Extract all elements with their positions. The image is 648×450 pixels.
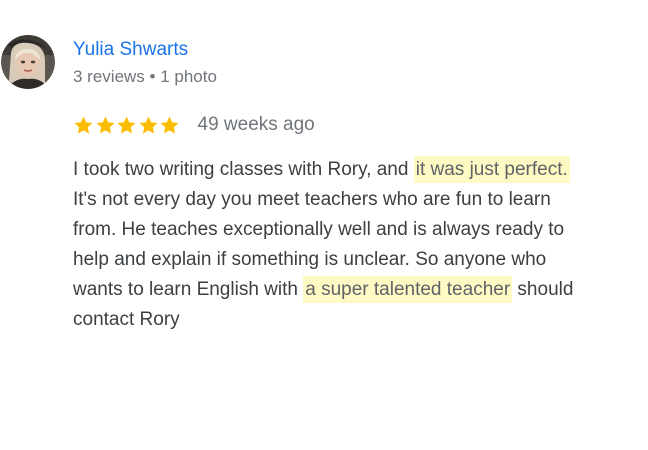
review-text-line: from. He teaches exceptionally well and … [73,219,565,240]
review-date: 49 weeks ago [197,114,315,135]
star-rating [73,115,181,136]
author-meta[interactable]: 3 reviews • 1 photo [73,65,217,89]
review-text-segment: should [512,279,574,300]
review-card: Yulia Shwarts 3 reviews • 1 photo 49 wee… [0,0,648,450]
star-icon [74,116,93,134]
avatar[interactable] [1,35,55,89]
star-icon [160,116,179,134]
review-text-line: help and explain if something is unclear… [73,249,547,270]
review-text-segment: wants to learn English with [73,279,304,300]
avatar-photo [1,35,55,89]
review-text-line: wants to learn English with a super tale… [73,275,648,305]
highlighted-phrase: it was just perfect. [413,156,570,183]
review-text-line: It's not every day you meet teachers who… [73,189,551,210]
review-text-segment: I took two writing classes with Rory, an… [73,159,414,180]
author-name[interactable]: Yulia Shwarts [73,37,188,63]
star-icon [95,116,115,134]
star-icon [117,116,136,134]
review-text-line: I took two writing classes with Rory, an… [73,155,648,185]
highlighted-phrase: a super talented teacher [303,276,513,303]
star-icon [138,116,158,134]
rating-row: 49 weeks ago [73,111,315,139]
review-text: I took two writing classes with Rory, an… [73,155,648,335]
review-text-line: contact Rory [73,309,180,330]
